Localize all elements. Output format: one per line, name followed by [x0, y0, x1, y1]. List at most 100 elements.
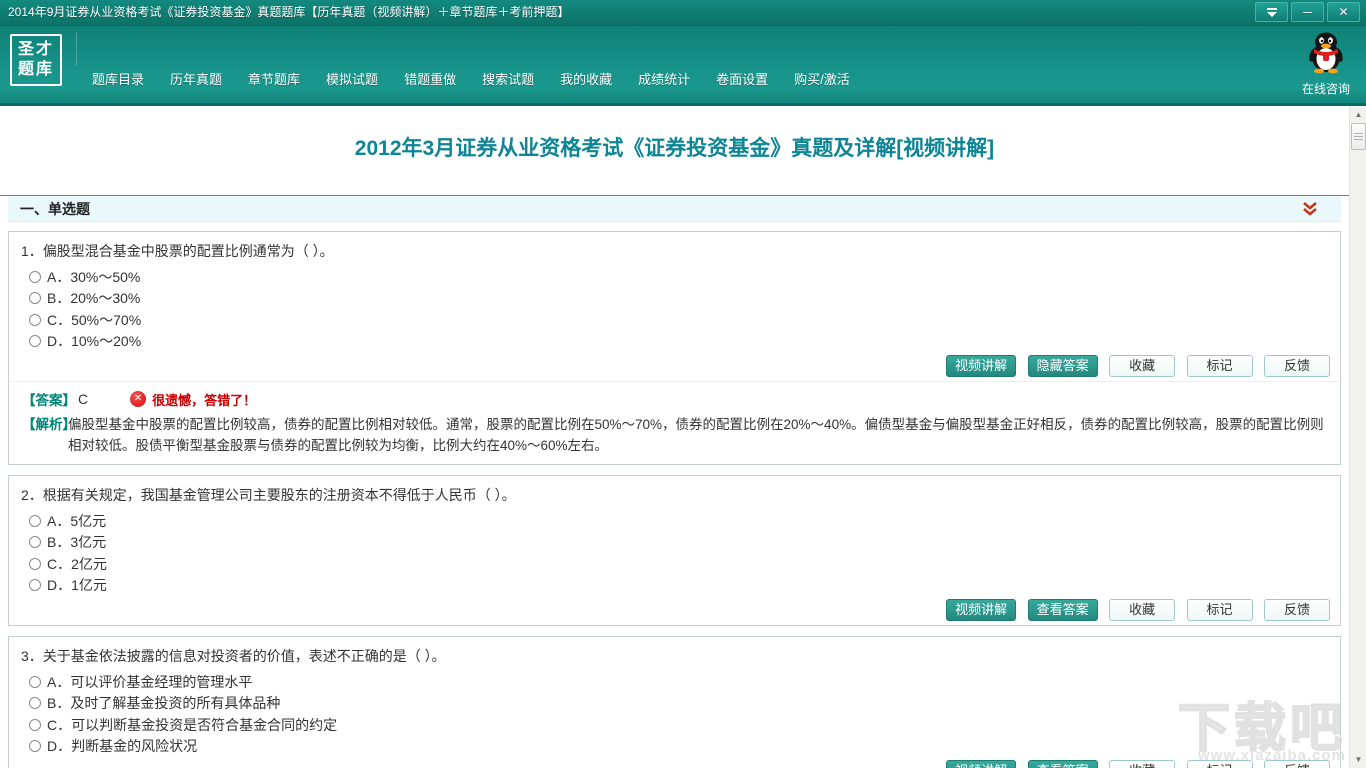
favorite-button[interactable]: 收藏	[1109, 599, 1176, 621]
nav-item-redo-wrong[interactable]: 错题重做	[400, 66, 460, 91]
option-label: D．10%～20%	[47, 333, 142, 350]
option-label: C．可以判断基金投资是否符合基金合同的约定	[47, 716, 338, 733]
radio-button[interactable]	[29, 557, 41, 570]
question-text: 2．根据有关规定，我国基金管理公司主要股东的注册资本不得低于人民币（ ）。	[21, 487, 516, 503]
mark-button[interactable]: 标记	[1186, 599, 1253, 621]
view-answer-button[interactable]: 查看答案	[1027, 760, 1098, 768]
radio-button[interactable]	[29, 675, 41, 688]
option-c[interactable]: C．2亿元	[9, 553, 1340, 575]
radio-button[interactable]	[29, 292, 41, 305]
nav-item-score-stats[interactable]: 成绩统计	[634, 66, 694, 91]
video-explain-button[interactable]: 视频讲解	[946, 355, 1017, 377]
section-label: 一、单选题	[20, 200, 90, 217]
option-b[interactable]: B．及时了解基金投资的所有具体品种	[9, 693, 1340, 715]
window-title: 2014年9月证券从业资格考试《证券投资基金》真题题库【历年真题（视频讲解）＋章…	[8, 5, 570, 19]
divider	[76, 32, 77, 66]
video-explain-button[interactable]: 视频讲解	[946, 599, 1017, 621]
radio-button[interactable]	[29, 536, 41, 549]
option-a[interactable]: A．30%～50%	[9, 266, 1340, 288]
nav-item-buy-activate[interactable]: 购买/激活	[790, 66, 854, 91]
option-b[interactable]: B．3亿元	[9, 532, 1340, 554]
option-label: B．20%～30%	[47, 290, 141, 307]
skin-icon	[1266, 7, 1277, 17]
analysis-label: 【解析】	[22, 417, 76, 432]
app-logo: 圣才 题库	[10, 34, 62, 86]
favorite-button[interactable]: 收藏	[1109, 760, 1176, 768]
option-d[interactable]: D．10%～20%	[9, 331, 1340, 353]
option-label: A．30%～50%	[47, 268, 141, 285]
option-label: C．50%～70%	[47, 311, 142, 328]
option-label: A．可以评价基金经理的管理水平	[47, 673, 253, 690]
question-toolbar: 视频讲解 隐藏答案 收藏 标记 反馈	[9, 352, 1340, 381]
radio-button[interactable]	[29, 313, 41, 326]
question-block-3: 3．关于基金依法披露的信息对投资者的价值，表述不正确的是（ ）。 A．可以评价基…	[8, 636, 1341, 768]
mark-button[interactable]: 标记	[1186, 355, 1253, 377]
qq-penguin-icon	[1309, 32, 1343, 74]
scroll-up-button[interactable]: ▲	[1350, 106, 1366, 123]
nav-item-question-bank-catalog[interactable]: 题库目录	[88, 66, 148, 91]
option-label: B．3亿元	[47, 534, 107, 551]
video-explain-button[interactable]: 视频讲解	[946, 760, 1017, 768]
option-c[interactable]: C．50%～70%	[9, 309, 1340, 331]
analysis-block: 【解析】 偏股型基金中股票的配置比例较高，债券的配置比例相对较低。通常，股票的配…	[22, 414, 1327, 456]
mark-button[interactable]: 标记	[1186, 760, 1253, 768]
question-block-2: 2．根据有关规定，我国基金管理公司主要股东的注册资本不得低于人民币（ ）。 A．…	[8, 475, 1341, 626]
favorite-button[interactable]: 收藏	[1109, 355, 1176, 377]
options-list: A．可以评价基金经理的管理水平 B．及时了解基金投资的所有具体品种 C．可以判断…	[9, 671, 1340, 757]
option-label: C．2亿元	[47, 555, 107, 572]
feedback-button[interactable]: 反馈	[1264, 599, 1330, 621]
options-list: A．5亿元 B．3亿元 C．2亿元 D．1亿元	[9, 510, 1340, 596]
online-consult-label: 在线咨询	[1301, 82, 1350, 96]
option-a[interactable]: A．可以评价基金经理的管理水平	[9, 671, 1340, 693]
question-toolbar: 视频讲解 查看答案 收藏 标记 反馈	[9, 757, 1340, 768]
skin-button[interactable]	[1255, 2, 1288, 22]
options-list: A．30%～50% B．20%～30% C．50%～70% D．10%～20%	[9, 266, 1340, 352]
radio-button[interactable]	[29, 697, 41, 710]
wrong-answer-icon: ✕	[130, 391, 147, 407]
radio-button[interactable]	[29, 740, 41, 753]
content-area: 2012年3月证券从业资格考试《证券投资基金》真题及详解[视频讲解] 一、单选题…	[0, 106, 1349, 768]
nav-item-chapter-bank[interactable]: 章节题库	[244, 66, 304, 91]
app-header: 圣才 题库 题库目录 历年真题 章节题库 模拟试题 错题重做 搜索试题 我的收藏…	[0, 25, 1366, 106]
option-d[interactable]: D．1亿元	[9, 575, 1340, 597]
option-b[interactable]: B．20%～30%	[9, 288, 1340, 310]
main-nav: 题库目录 历年真题 章节题库 模拟试题 错题重做 搜索试题 我的收藏 成绩统计 …	[88, 66, 872, 91]
collapse-section-icon[interactable]	[1301, 202, 1319, 217]
nav-item-mock-exams[interactable]: 模拟试题	[322, 66, 382, 91]
radio-button[interactable]	[29, 579, 41, 592]
answer-label: 【答案】	[22, 393, 76, 408]
option-label: D．1亿元	[47, 577, 107, 594]
nav-item-past-papers[interactable]: 历年真题	[166, 66, 226, 91]
feedback-button[interactable]: 反馈	[1264, 355, 1330, 377]
radio-button[interactable]	[29, 335, 41, 348]
option-a[interactable]: A．5亿元	[9, 510, 1340, 532]
answer-area: 【答案】 C ✕ 很遗憾，答错了！ 【解析】 偏股型基金中股票的配置比例较高，债…	[10, 381, 1339, 464]
close-icon: ✕	[1338, 4, 1349, 19]
nav-item-my-favorites[interactable]: 我的收藏	[556, 66, 616, 91]
feedback-button[interactable]: 反馈	[1264, 760, 1330, 768]
nav-item-search-questions[interactable]: 搜索试题	[478, 66, 538, 91]
close-button[interactable]: ✕	[1327, 2, 1360, 22]
online-consult-button[interactable]: 在线咨询	[1294, 30, 1358, 97]
analysis-text: 偏股型基金中股票的配置比例较高，债券的配置比例相对较低。通常，股票的配置比例在5…	[68, 417, 1324, 453]
question-text: 3．关于基金依法披露的信息对投资者的价值，表述不正确的是（ ）。	[21, 648, 446, 664]
question-block-1: 1．偏股型混合基金中股票的配置比例通常为（ ）。 A．30%～50% B．20%…	[8, 231, 1341, 465]
window-titlebar: 2014年9月证券从业资格考试《证券投资基金》真题题库【历年真题（视频讲解）＋章…	[0, 0, 1366, 25]
minimize-icon: ─	[1303, 4, 1312, 19]
option-c[interactable]: C．可以判断基金投资是否符合基金合同的约定	[9, 714, 1340, 736]
scroll-down-button[interactable]: ▼	[1350, 751, 1366, 768]
radio-button[interactable]	[29, 514, 41, 527]
nav-item-paper-settings[interactable]: 卷面设置	[712, 66, 772, 91]
answer-value: C	[78, 391, 89, 407]
minimize-button[interactable]: ─	[1291, 2, 1324, 22]
question-text: 1．偏股型混合基金中股票的配置比例通常为（ ）。	[21, 243, 334, 259]
option-label: B．及时了解基金投资的所有具体品种	[47, 695, 281, 712]
hide-answer-button[interactable]: 隐藏答案	[1027, 355, 1098, 377]
vertical-scrollbar[interactable]: ▲ ▼	[1349, 106, 1366, 768]
scroll-thumb[interactable]	[1351, 123, 1366, 150]
option-d[interactable]: D．判断基金的风险状况	[9, 736, 1340, 758]
radio-button[interactable]	[29, 270, 41, 283]
option-label: A．5亿元	[47, 512, 107, 529]
radio-button[interactable]	[29, 718, 41, 731]
view-answer-button[interactable]: 查看答案	[1027, 599, 1098, 621]
